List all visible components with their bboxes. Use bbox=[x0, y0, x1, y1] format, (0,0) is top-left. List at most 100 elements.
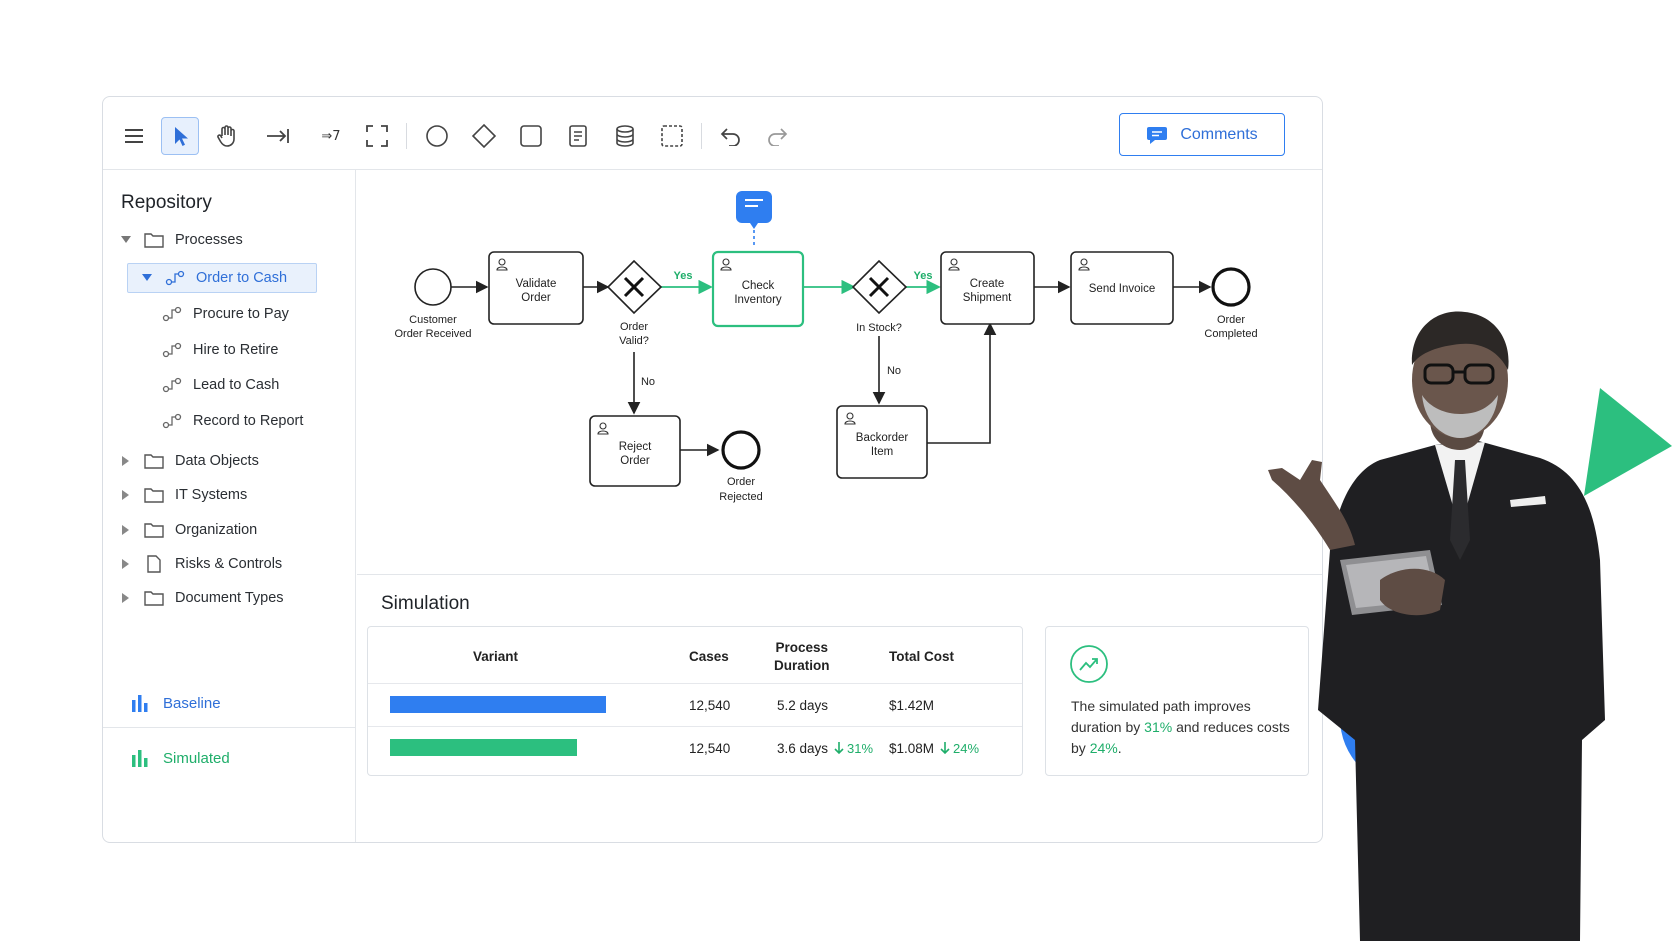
group-icon[interactable] bbox=[653, 117, 691, 155]
sidebar-title: Repository bbox=[121, 192, 212, 213]
duration-delta: 31% bbox=[834, 741, 873, 756]
task-create-shipment[interactable]: Create Shipment bbox=[940, 251, 1035, 325]
tree-folder-it-systems[interactable]: IT Systems bbox=[119, 480, 247, 510]
row2-cost: $1.08M bbox=[889, 740, 935, 756]
tree-folder-document-types[interactable]: Document Types bbox=[119, 583, 284, 613]
folder-icon bbox=[143, 453, 165, 469]
row2-duration-cell: 3.6 days 31% bbox=[777, 738, 873, 758]
row2-cost-cell: $1.08M 24% bbox=[889, 738, 979, 758]
frame-icon[interactable] bbox=[358, 117, 396, 155]
trend-up-icon bbox=[1070, 645, 1108, 683]
presenter-photo bbox=[1268, 311, 1605, 941]
svg-text:Backorder: Backorder bbox=[856, 432, 909, 444]
tree-item-procure-to-pay[interactable]: Procure to Pay bbox=[161, 299, 289, 329]
row1-duration: 5.2 days bbox=[777, 697, 829, 713]
flow-tool-label: ⇒7 bbox=[321, 128, 341, 144]
svg-text:No: No bbox=[887, 365, 901, 377]
diamond-icon[interactable] bbox=[465, 117, 503, 155]
folder-icon bbox=[143, 522, 165, 538]
folder-icon bbox=[143, 232, 165, 248]
start-event[interactable] bbox=[414, 268, 452, 306]
task-backorder-item[interactable]: Backorder Item bbox=[836, 405, 928, 479]
tree-item-lead-to-cash[interactable]: Lead to Cash bbox=[161, 370, 279, 400]
row1-cost: $1.42M bbox=[889, 697, 935, 713]
caret-right-icon[interactable] bbox=[119, 490, 133, 500]
chat-bubble-icon bbox=[1147, 126, 1168, 144]
square-icon[interactable] bbox=[512, 117, 550, 155]
simulated-bar bbox=[390, 739, 577, 756]
tree-item-record-to-report[interactable]: Record to Report bbox=[161, 406, 303, 436]
svg-text:Yes: Yes bbox=[914, 270, 933, 282]
flow-icon[interactable]: ⇒7 bbox=[309, 117, 353, 155]
arrow-down-icon bbox=[940, 742, 950, 755]
redo-icon[interactable] bbox=[758, 117, 796, 155]
task-check-inventory[interactable]: Check Inventory bbox=[711, 250, 805, 328]
tree-item-hire-to-retire[interactable]: Hire to Retire bbox=[161, 335, 278, 365]
database-icon[interactable] bbox=[606, 117, 644, 155]
header-duration: Process Duration bbox=[774, 640, 830, 673]
process-icon bbox=[161, 342, 183, 358]
tree-folder-risks-controls[interactable]: Risks & Controls bbox=[119, 549, 282, 579]
folder-icon bbox=[143, 487, 165, 503]
svg-text:Order: Order bbox=[1217, 314, 1245, 326]
gateway-order-valid[interactable] bbox=[606, 259, 663, 315]
hand-icon[interactable] bbox=[208, 117, 246, 155]
svg-text:Order: Order bbox=[620, 321, 648, 333]
document-icon[interactable] bbox=[559, 117, 597, 155]
tree-folder-organization[interactable]: Organization bbox=[119, 515, 257, 545]
svg-text:Shipment: Shipment bbox=[963, 292, 1012, 304]
repository-sidebar: Repository Processes Order to Cash Procu… bbox=[103, 170, 356, 842]
caret-right-icon[interactable] bbox=[119, 559, 133, 569]
task-send-invoice[interactable]: Send Invoice bbox=[1070, 251, 1174, 325]
svg-text:Inventory: Inventory bbox=[734, 294, 782, 306]
row1-cases: 12,540 bbox=[689, 697, 731, 713]
end-event-completed[interactable] bbox=[1211, 267, 1251, 307]
svg-text:Item: Item bbox=[871, 446, 893, 458]
tree-folder-data-objects[interactable]: Data Objects bbox=[119, 446, 259, 476]
svg-text:Validate: Validate bbox=[516, 278, 557, 290]
diagram-canvas[interactable]: Customer Order Received Validate Order O… bbox=[357, 170, 1322, 575]
svg-text:In Stock?: In Stock? bbox=[856, 322, 902, 334]
header-variant: Variant bbox=[473, 649, 519, 664]
gateway-in-stock[interactable] bbox=[851, 259, 908, 315]
end-event-rejected[interactable] bbox=[721, 430, 761, 470]
toolbar: ⇒7 Comments bbox=[103, 97, 1322, 170]
header-total-cost: Total Cost bbox=[889, 649, 954, 664]
insight-text: The simulated path improves duration by … bbox=[1071, 698, 1290, 756]
simulation-title: Simulation bbox=[381, 593, 470, 614]
task-validate-order[interactable]: Validate Order bbox=[488, 251, 584, 325]
svg-text:Valid?: Valid? bbox=[619, 335, 649, 347]
svg-text:Rejected: Rejected bbox=[719, 491, 762, 503]
task-reject-order[interactable]: Reject Order bbox=[589, 415, 681, 487]
connect-icon[interactable] bbox=[259, 117, 297, 155]
comment-marker[interactable] bbox=[736, 191, 772, 248]
caret-right-icon[interactable] bbox=[119, 525, 133, 535]
svg-text:Order: Order bbox=[521, 292, 551, 304]
caret-down-icon[interactable] bbox=[140, 274, 154, 282]
baseline-bar bbox=[390, 696, 606, 713]
simulation-table: Variant Cases Process Duration Total Cos… bbox=[367, 626, 1023, 776]
legend-simulated[interactable]: Simulated bbox=[131, 749, 230, 767]
folder-icon bbox=[143, 590, 165, 606]
row2-cases: 12,540 bbox=[689, 740, 731, 756]
caret-right-icon[interactable] bbox=[119, 593, 133, 603]
legend-baseline[interactable]: Baseline bbox=[131, 694, 221, 712]
process-icon bbox=[164, 270, 186, 286]
tree-item-order-to-cash[interactable]: Order to Cash bbox=[127, 263, 317, 293]
tree-folder-processes[interactable]: Processes bbox=[119, 225, 243, 255]
circle-icon[interactable] bbox=[418, 117, 456, 155]
caret-right-icon[interactable] bbox=[119, 456, 133, 466]
menu-icon[interactable] bbox=[115, 117, 153, 155]
svg-text:Completed: Completed bbox=[1204, 328, 1257, 340]
svg-text:Order: Order bbox=[620, 455, 650, 467]
start-label-line2: Order Received bbox=[394, 328, 471, 340]
caret-down-icon[interactable] bbox=[119, 236, 133, 244]
svg-text:Check: Check bbox=[742, 280, 775, 292]
svg-text:Send Invoice: Send Invoice bbox=[1089, 283, 1156, 295]
undo-icon[interactable] bbox=[712, 117, 750, 155]
comments-button[interactable]: Comments bbox=[1119, 113, 1285, 156]
pointer-icon[interactable] bbox=[161, 117, 199, 155]
arrow-down-icon bbox=[834, 742, 844, 755]
svg-text:Reject: Reject bbox=[619, 441, 652, 453]
bar-chart-icon bbox=[132, 750, 148, 767]
